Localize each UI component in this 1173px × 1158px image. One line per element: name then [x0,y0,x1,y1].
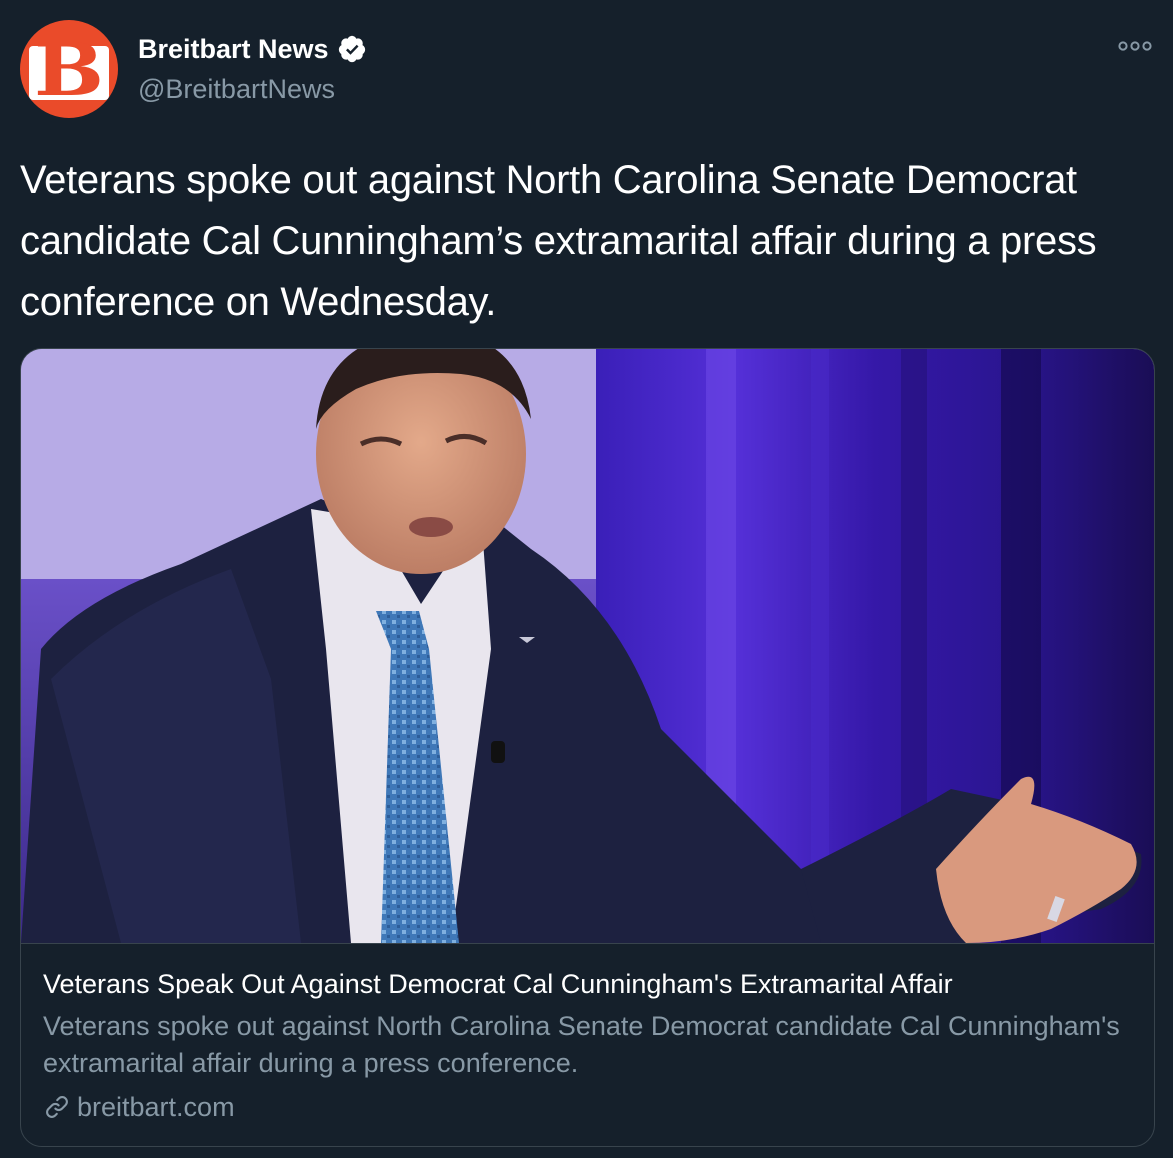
photo-man-in-suit [21,349,1154,943]
handle[interactable]: @BreitbartNews [138,71,335,107]
verified-badge-icon [338,35,365,63]
card-title[interactable]: Veterans Speak Out Against Democrat Cal … [43,966,1133,1002]
card-description: Veterans spoke out against North Carolin… [43,1011,1120,1078]
more-options-icon[interactable] [1117,36,1153,56]
card-domain[interactable]: breitbart.com [43,1089,235,1125]
card-domain-text: breitbart.com [77,1092,235,1122]
avatar[interactable]: B [20,20,118,118]
avatar-letter: B [33,27,104,112]
display-name[interactable]: Breitbart News [138,31,367,67]
link-icon [46,1096,68,1118]
tweet: B Breitbart News @BreitbartNews Veterans… [0,0,1173,1158]
card-image[interactable] [21,349,1154,944]
display-name-text: Breitbart News [138,34,329,64]
link-card[interactable]: Veterans Speak Out Against Democrat Cal … [20,348,1155,1147]
tweet-text: Veterans spoke out against North Carolin… [20,158,1097,324]
